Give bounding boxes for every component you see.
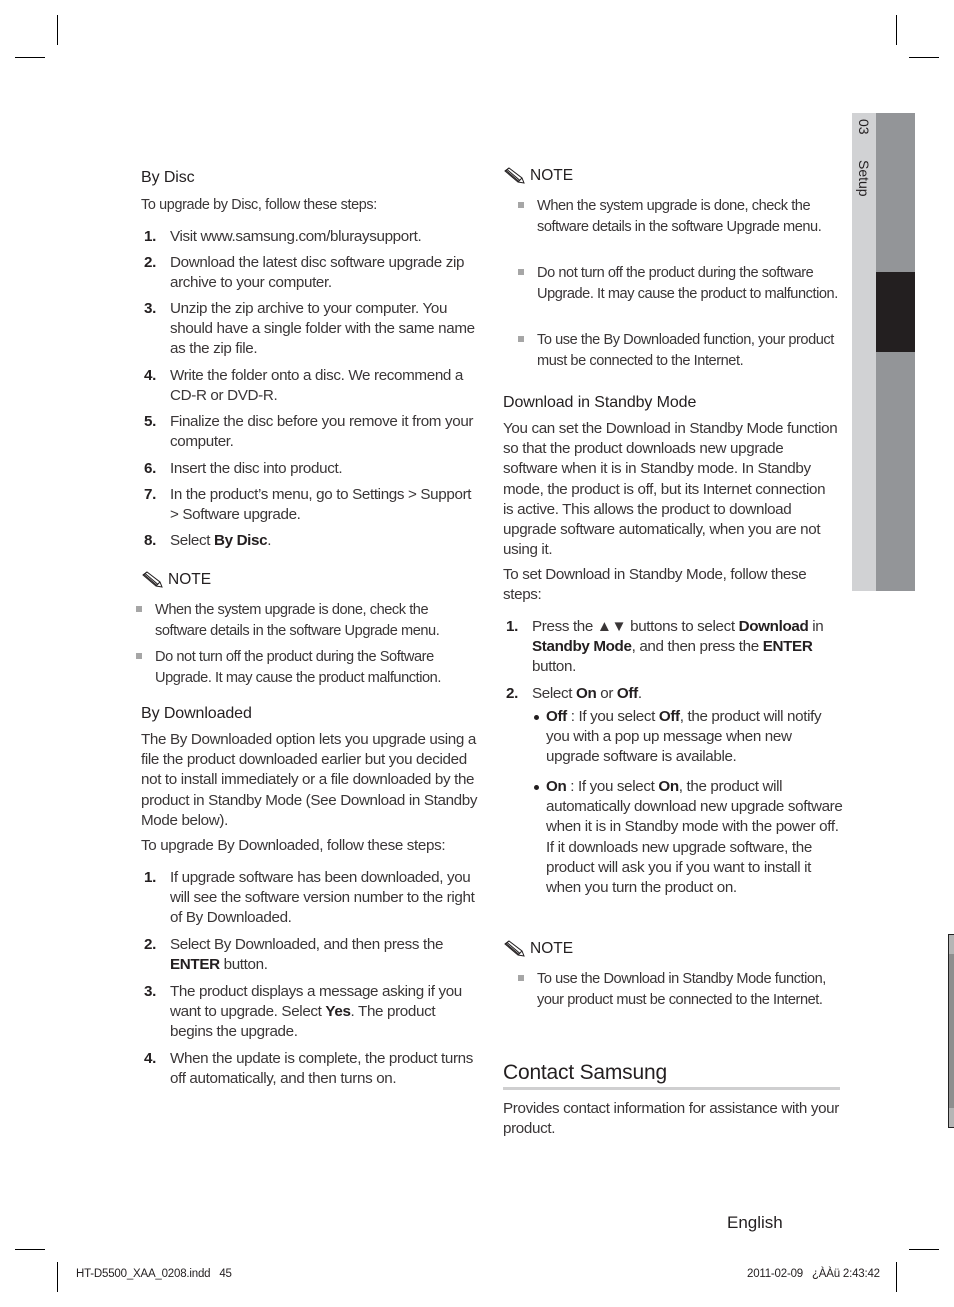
note-item: To use the Download in Standby Mode func… xyxy=(503,969,843,1010)
standby-step: 1. Press the ▲▼ buttons to select Downloa… xyxy=(506,618,824,676)
note-item: When the system upgrade is done, check t… xyxy=(121,600,481,641)
pencil-note-icon xyxy=(504,940,525,957)
chapter-title: Setup xyxy=(856,160,872,197)
square-bullet-icon xyxy=(518,202,524,208)
note-item: When the system upgrade is done, check t… xyxy=(503,196,843,237)
section-heading-by-disc: By Disc xyxy=(141,169,195,186)
square-bullet-icon xyxy=(136,606,142,612)
square-bullet-icon xyxy=(518,975,524,981)
by-downloaded-step: 3. The product displays a message asking … xyxy=(144,983,462,1041)
pencil-note-icon xyxy=(142,571,163,588)
standby-intro2: To set Download in Standby Mode, follow … xyxy=(503,566,807,604)
standby-step: 2. Select On or Off. xyxy=(506,685,642,702)
contact-samsung-text: Provides contact information for assista… xyxy=(503,1100,839,1138)
by-disc-step: 3. Unzip the zip archive to your computer… xyxy=(144,300,475,358)
crop-mark xyxy=(909,57,939,58)
note-heading: NOTE xyxy=(503,940,573,958)
crop-mark xyxy=(57,15,58,45)
square-bullet-icon xyxy=(518,269,524,275)
by-downloaded-intro: The By Downloaded option lets you upgrad… xyxy=(141,731,478,829)
crop-mark xyxy=(57,1262,58,1292)
note-item: Do not turn off the product during the s… xyxy=(503,263,843,304)
pencil-note-icon xyxy=(504,167,525,184)
page-edge-tab xyxy=(948,934,954,1128)
page-language: English xyxy=(727,1213,783,1232)
note-heading: NOTE xyxy=(141,571,211,589)
heading-underline xyxy=(503,1087,840,1090)
by-downloaded-step: 4. When the update is complete, the produ… xyxy=(144,1050,474,1088)
chapter-tab-bar xyxy=(876,113,915,591)
slug-timestamp: 2011-02-09 ¿ÀÀü 2:43:42 xyxy=(747,1268,880,1280)
note-heading: NOTE xyxy=(503,167,573,185)
section-heading-standby: Download in Standby Mode xyxy=(503,394,697,411)
by-disc-intro: To upgrade by Disc, follow these steps: xyxy=(141,197,377,213)
by-disc-step: 7. In the product’s menu, go to Settings … xyxy=(144,486,472,524)
crop-mark xyxy=(15,1249,45,1250)
option-on: On : If you select On, the product will … xyxy=(503,777,845,898)
slug-filename: HT-D5500_XAA_0208.indd 45 xyxy=(76,1268,232,1280)
chapter-number: 03 xyxy=(856,119,872,135)
chapter-label: 03 Setup xyxy=(852,113,876,233)
by-downloaded-step: 1. If upgrade software has been downloade… xyxy=(144,869,475,927)
by-disc-step: 1. Visit www.samsung.com/bluraysupport. xyxy=(144,228,422,245)
by-disc-step: 8. Select By Disc. xyxy=(144,532,272,549)
section-heading-by-downloaded: By Downloaded xyxy=(141,705,252,722)
standby-intro: You can set the Download in Standby Mode… xyxy=(503,420,838,559)
square-bullet-icon xyxy=(518,336,524,342)
crop-mark xyxy=(896,15,897,45)
crop-mark xyxy=(896,1262,897,1292)
by-disc-step: 5. Finalize the disc before you remove it… xyxy=(144,413,474,451)
chapter-tab-marker xyxy=(876,272,915,352)
bullet-dot-icon xyxy=(534,785,539,790)
crop-mark xyxy=(15,57,45,58)
by-downloaded-step: 2. Select By Downloaded, and then press t… xyxy=(144,936,444,974)
by-disc-step: 2. Download the latest disc software upgr… xyxy=(144,254,465,292)
note-item: To use the By Downloaded function, your … xyxy=(503,330,843,371)
by-disc-step: 4. Write the folder onto a disc. We recom… xyxy=(144,367,463,405)
bullet-dot-icon xyxy=(534,715,539,720)
by-downloaded-intro2: To upgrade By Downloaded, follow these s… xyxy=(141,837,446,854)
by-disc-step: 6. Insert the disc into product. xyxy=(144,460,343,477)
crop-mark xyxy=(909,1249,939,1250)
option-off: Off : If you select Off, the product wil… xyxy=(503,707,845,768)
note-item: Do not turn off the product during the S… xyxy=(121,647,481,688)
square-bullet-icon xyxy=(136,653,142,659)
section-heading-contact-samsung: Contact Samsung xyxy=(503,1061,667,1084)
